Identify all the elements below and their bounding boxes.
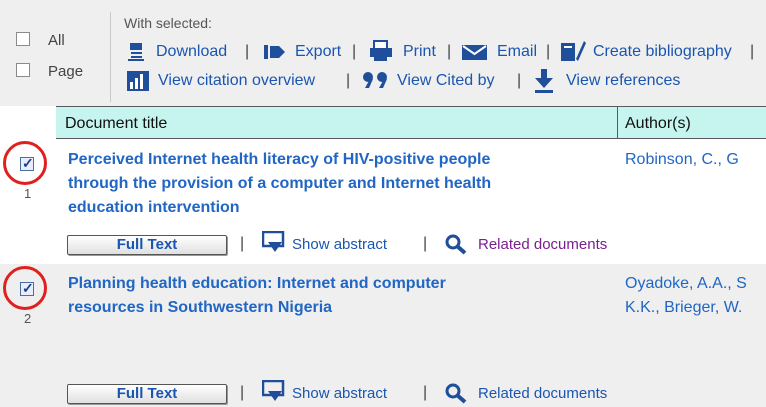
title-line: education intervention bbox=[68, 199, 240, 216]
download-icon bbox=[128, 43, 144, 61]
column-header-label: Document title bbox=[65, 115, 168, 132]
view-citation-overview-button[interactable]: View citation overview bbox=[158, 72, 315, 90]
magnifier-icon bbox=[445, 234, 467, 255]
print-button[interactable]: Print bbox=[403, 43, 436, 61]
create-bibliography-button[interactable]: Create bibliography bbox=[593, 43, 732, 61]
document-title-link[interactable]: Perceived Internet health literacy of HI… bbox=[68, 148, 608, 220]
author-line: Robinson, C., G bbox=[625, 151, 739, 168]
references-icon bbox=[535, 69, 553, 93]
title-line: resources in Southwestern Nigeria bbox=[68, 299, 333, 316]
title-line: Planning health education: Internet and … bbox=[68, 275, 446, 292]
full-text-button[interactable]: Full Text bbox=[67, 235, 227, 255]
authors-link[interactable]: Oyadoke, A.A., S K.K., Brieger, W. bbox=[625, 272, 766, 320]
related-documents-link[interactable]: Related documents bbox=[478, 236, 607, 253]
annotation-circle bbox=[3, 266, 47, 310]
separator: | bbox=[240, 235, 245, 252]
show-abstract-link[interactable]: Show abstract bbox=[292, 385, 387, 402]
related-documents-link[interactable]: Related documents bbox=[478, 385, 607, 402]
citation-overview-icon bbox=[127, 71, 149, 91]
select-all-checkbox[interactable] bbox=[16, 32, 30, 46]
show-abstract-icon bbox=[262, 231, 285, 252]
separator: | bbox=[346, 72, 351, 89]
export-button[interactable]: Export bbox=[295, 43, 341, 61]
column-header-authors[interactable]: Author(s) bbox=[617, 106, 766, 139]
row-number: 1 bbox=[24, 186, 32, 201]
export-icon bbox=[264, 45, 285, 59]
select-page-checkbox[interactable] bbox=[16, 63, 30, 77]
column-header-label: Author(s) bbox=[625, 115, 691, 132]
author-line: Oyadoke, A.A., S bbox=[625, 275, 747, 292]
download-button[interactable]: Download bbox=[156, 43, 227, 61]
separator: | bbox=[245, 43, 250, 60]
title-line: Perceived Internet health literacy of HI… bbox=[68, 151, 491, 168]
select-all-label: All bbox=[48, 32, 65, 49]
with-selected-label: With selected: bbox=[124, 15, 212, 31]
separator: | bbox=[352, 43, 357, 60]
view-cited-by-button[interactable]: View Cited by bbox=[397, 72, 495, 90]
authors-link[interactable]: Robinson, C., G bbox=[625, 148, 766, 172]
separator: | bbox=[517, 72, 522, 89]
separator: | bbox=[423, 235, 428, 252]
bibliography-icon bbox=[561, 41, 586, 61]
separator: | bbox=[423, 384, 428, 401]
row-number: 2 bbox=[24, 311, 32, 326]
separator: | bbox=[546, 43, 551, 60]
toolbar-divider bbox=[110, 12, 111, 102]
show-abstract-link[interactable]: Show abstract bbox=[292, 236, 387, 253]
show-abstract-icon bbox=[262, 380, 285, 401]
separator: | bbox=[240, 384, 245, 401]
column-header-document-title[interactable]: Document title bbox=[56, 106, 618, 139]
separator: | bbox=[750, 43, 755, 60]
print-icon bbox=[370, 40, 392, 61]
email-icon bbox=[462, 45, 487, 60]
full-text-button[interactable]: Full Text bbox=[67, 384, 227, 404]
email-button[interactable]: Email bbox=[497, 43, 537, 61]
select-page-label: Page bbox=[48, 63, 84, 80]
view-references-button[interactable]: View references bbox=[566, 72, 680, 90]
separator: | bbox=[447, 43, 452, 60]
annotation-circle bbox=[3, 141, 47, 185]
document-title-link[interactable]: Planning health education: Internet and … bbox=[68, 272, 608, 320]
cited-by-icon bbox=[363, 72, 387, 88]
title-line: through the provision of a computer and … bbox=[68, 175, 492, 192]
magnifier-icon bbox=[445, 383, 467, 404]
author-line: K.K., Brieger, W. bbox=[625, 299, 743, 316]
